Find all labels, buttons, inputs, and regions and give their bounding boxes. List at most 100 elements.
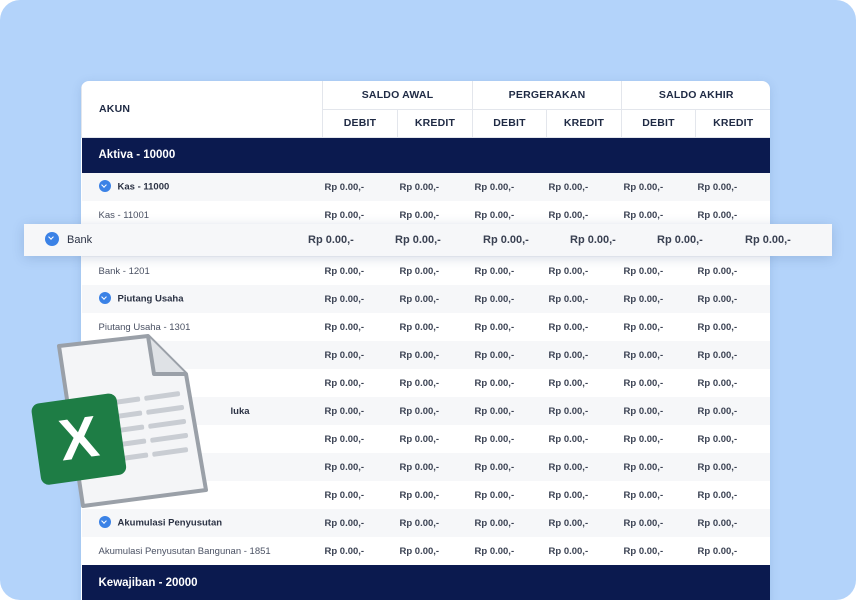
value-cell: Rp 0.00,- (474, 489, 515, 501)
value-cell: Rp 0.00,- (399, 433, 440, 445)
value-cell: Rp 0.00,- (621, 341, 696, 369)
table-row[interactable]: Akumulasi Penyusutan Bangunan - 1851 Rp … (82, 537, 771, 565)
value-cell: Rp 0.00,- (623, 377, 664, 389)
section-label: Aktiva - 10000 (81, 137, 770, 173)
value-cell: Rp 0.00,- (695, 453, 770, 481)
floating-row-bank[interactable]: Bank Rp 0.00,- Rp 0.00,- Rp 0.00,- Rp 0.… (24, 224, 832, 256)
value-cell: Rp 0.00,- (399, 489, 440, 501)
table-row[interactable]: Bank - 1201 Rp 0.00,- Rp 0.00,- Rp 0.00,… (82, 257, 771, 285)
value-cell: Rp 0.00,- (623, 489, 664, 501)
section-row-kewajiban[interactable]: Kewajiban - 20000 (81, 565, 770, 600)
chevron-down-icon[interactable] (98, 292, 111, 304)
value-cell: Rp 0.00,- (697, 433, 738, 445)
value-cell: Rp 0.00,- (474, 265, 515, 277)
value-cell: Rp 0.00,- (474, 545, 515, 557)
value-cell: Rp 0.00,- (397, 173, 473, 201)
chevron-down-icon[interactable] (98, 180, 111, 192)
stage-background: AKUN SALDO AWAL PERGERAKAN SALDO AKHIR D… (0, 0, 856, 600)
value-cell: Rp 0.00,- (548, 265, 589, 277)
value-cell: Rp 0.00,- (324, 545, 365, 557)
value-cell: Rp 0.00,- (697, 545, 738, 557)
column-header-debit: DEBIT (472, 109, 547, 138)
value-cell: Rp 0.00,- (548, 433, 589, 445)
value-cell: Rp 0.00,- (399, 545, 440, 557)
value-cell: Rp 0.00,- (397, 397, 473, 425)
value-cell: Rp 0.00,- (399, 321, 440, 333)
column-group-pergerakan: PERGERAKAN (472, 81, 622, 110)
value-cell: Rp 0.00,- (324, 377, 365, 389)
value-cell: Rp 0.00,- (695, 285, 770, 313)
column-header-debit: DEBIT (621, 109, 696, 138)
value-cell: Rp 0.00,- (472, 509, 547, 537)
value-cell: Rp 0.00,- (472, 397, 547, 425)
account-name: Bank (67, 234, 93, 246)
account-name: Kas - 11000 (117, 181, 170, 193)
value-cell: Rp 0.00,- (546, 453, 622, 481)
excel-file-icon: X (28, 330, 218, 520)
value-cell: Rp 0.00,- (322, 341, 398, 369)
value-cell: Rp 0.00,- (397, 285, 473, 313)
value-cell: Rp 0.00,- (324, 321, 365, 333)
value-cell: Rp 0.00,- (621, 173, 696, 201)
table-row[interactable]: Kas - 11000 Rp 0.00,- Rp 0.00,- Rp 0.00,… (81, 173, 770, 201)
value-cell: Rp 0.00,- (548, 377, 589, 389)
value-cell: Rp 0.00,- (546, 173, 622, 201)
value-cell: Rp 0.00,- (745, 234, 791, 246)
value-cell: Rp 0.00,- (308, 234, 354, 246)
value-cell: Rp 0.00,- (322, 173, 398, 201)
value-cell: Rp 0.00,- (324, 489, 365, 501)
value-cell: Rp 0.00,- (697, 321, 738, 333)
value-cell: Rp 0.00,- (472, 173, 547, 201)
value-cell: Rp 0.00,- (546, 397, 622, 425)
column-group-saldo-akhir: SALDO AKHIR (621, 81, 770, 110)
value-cell: Rp 0.00,- (472, 341, 547, 369)
value-cell: Rp 0.00,- (546, 341, 622, 369)
value-cell: Rp 0.00,- (697, 489, 738, 501)
chevron-down-icon[interactable] (45, 232, 59, 246)
value-cell: Rp 0.00,- (623, 321, 664, 333)
value-cell: Rp 0.00,- (322, 285, 398, 313)
value-cell: Rp 0.00,- (546, 509, 622, 537)
value-cell: Rp 0.00,- (623, 545, 664, 557)
value-cell: Rp 0.00,- (657, 234, 703, 246)
value-cell: Rp 0.00,- (472, 285, 547, 313)
column-header-debit: DEBIT (322, 109, 398, 138)
value-cell: Rp 0.00,- (322, 397, 398, 425)
value-cell: Rp 0.00,- (621, 397, 696, 425)
value-cell: Rp 0.00,- (322, 453, 398, 481)
value-cell: Rp 0.00,- (548, 321, 589, 333)
value-cell: Rp 0.00,- (474, 321, 515, 333)
value-cell: Rp 0.00,- (397, 509, 473, 537)
section-label: Kewajiban - 20000 (81, 565, 770, 600)
column-group-saldo-awal: SALDO AWAL (321, 81, 473, 110)
value-cell: Rp 0.00,- (474, 433, 515, 445)
value-cell: Rp 0.00,- (623, 433, 664, 445)
value-cell: Rp 0.00,- (472, 453, 547, 481)
value-cell: Rp 0.00,- (483, 234, 529, 246)
account-name: Akumulasi Penyusutan Bangunan - 1851 (98, 545, 271, 557)
table-row[interactable]: Piutang Usaha Rp 0.00,- Rp 0.00,- Rp 0.0… (81, 285, 770, 313)
value-cell: Rp 0.00,- (695, 509, 770, 537)
section-row-aktiva[interactable]: Aktiva - 10000 (81, 137, 770, 173)
value-cell: Rp 0.00,- (621, 453, 696, 481)
value-cell: Rp 0.00,- (697, 265, 738, 277)
value-cell: Rp 0.00,- (322, 509, 398, 537)
value-cell: Rp 0.00,- (548, 489, 589, 501)
account-name: Bank - 1201 (98, 265, 150, 277)
column-header-kredit: KREDIT (695, 109, 770, 138)
column-header-kredit: KREDIT (396, 109, 473, 138)
value-cell: Rp 0.00,- (570, 234, 616, 246)
value-cell: Rp 0.00,- (324, 433, 365, 445)
value-cell: Rp 0.00,- (324, 265, 365, 277)
value-cell: Rp 0.00,- (695, 341, 770, 369)
value-cell: Rp 0.00,- (546, 285, 622, 313)
value-cell: Rp 0.00,- (399, 377, 440, 389)
value-cell: Rp 0.00,- (695, 173, 770, 201)
column-header-akun: AKUN (81, 81, 323, 138)
value-cell: Rp 0.00,- (695, 397, 770, 425)
value-cell: Rp 0.00,- (697, 377, 738, 389)
value-cell: Rp 0.00,- (548, 545, 589, 557)
value-cell: Rp 0.00,- (623, 265, 664, 277)
value-cell: Rp 0.00,- (395, 234, 441, 246)
value-cell: Rp 0.00,- (474, 377, 515, 389)
